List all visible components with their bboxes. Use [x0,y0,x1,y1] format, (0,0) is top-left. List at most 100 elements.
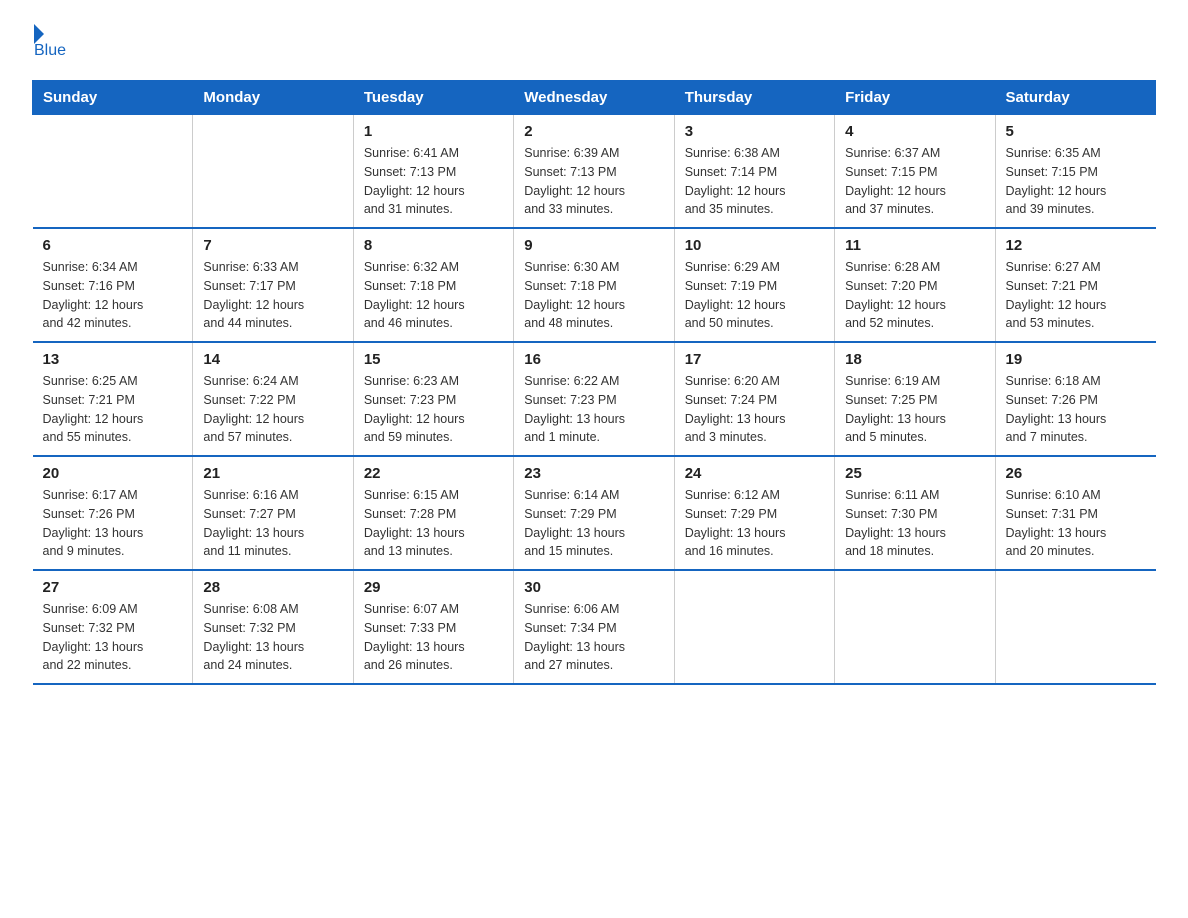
calendar-cell: 5 Sunrise: 6:35 AM Sunset: 7:15 PM Daylig… [995,115,1155,229]
day-info: Sunrise: 6:08 AM Sunset: 7:32 PM Dayligh… [203,600,342,675]
logo-arrow-icon [34,24,44,44]
weekday-header-saturday: Saturday [995,81,1155,115]
calendar-cell: 14Sunrise: 6:24 AM Sunset: 7:22 PM Dayli… [193,342,353,456]
calendar-cell [995,570,1155,684]
day-number: 29 [364,579,503,596]
day-info: Sunrise: 6:16 AM Sunset: 7:27 PM Dayligh… [203,486,342,561]
calendar-cell: 30 Sunrise: 6:06 AM Sunset: 7:34 PM Dayli… [514,570,674,684]
calendar-cell: 9Sunrise: 6:30 AM Sunset: 7:18 PM Daylig… [514,228,674,342]
calendar-cell: 11 Sunrise: 6:28 AM Sunset: 7:20 PM Dayli… [835,228,995,342]
day-info: Sunrise: 6:09 AM Sunset: 7:32 PM Dayligh… [43,600,183,675]
calendar-cell: 1 Sunrise: 6:41 AM Sunset: 7:13 PM Daylig… [353,115,513,229]
day-info: Sunrise: 6:27 AM Sunset: 7:21 PM Dayligh… [1006,258,1146,333]
day-number: 25 [845,465,984,482]
calendar-cell: 17 Sunrise: 6:20 AM Sunset: 7:24 PM Dayli… [674,342,834,456]
day-info: Sunrise: 6:30 AM Sunset: 7:18 PM Dayligh… [524,258,663,333]
day-info: Sunrise: 6:15 AM Sunset: 7:28 PM Dayligh… [364,486,503,561]
weekday-header-row: SundayMondayTuesdayWednesdayThursdayFrid… [33,81,1156,115]
day-number: 30 [524,579,663,596]
day-info: Sunrise: 6:19 AM Sunset: 7:25 PM Dayligh… [845,372,984,447]
day-number: 2 [524,123,663,140]
calendar-cell: 7Sunrise: 6:33 AM Sunset: 7:17 PM Daylig… [193,228,353,342]
weekday-header-thursday: Thursday [674,81,834,115]
day-number: 3 [685,123,824,140]
weekday-header-friday: Friday [835,81,995,115]
calendar-cell: 6 Sunrise: 6:34 AM Sunset: 7:16 PM Daylig… [33,228,193,342]
day-number: 6 [43,237,183,254]
weekday-header-wednesday: Wednesday [514,81,674,115]
calendar-cell: 25 Sunrise: 6:11 AM Sunset: 7:30 PM Dayli… [835,456,995,570]
calendar-cell: 4 Sunrise: 6:37 AM Sunset: 7:15 PM Daylig… [835,115,995,229]
calendar-cell: 13Sunrise: 6:25 AM Sunset: 7:21 PM Dayli… [33,342,193,456]
calendar-cell: 12Sunrise: 6:27 AM Sunset: 7:21 PM Dayli… [995,228,1155,342]
day-info: Sunrise: 6:29 AM Sunset: 7:19 PM Dayligh… [685,258,824,333]
day-info: Sunrise: 6:28 AM Sunset: 7:20 PM Dayligh… [845,258,984,333]
weekday-header-sunday: Sunday [33,81,193,115]
calendar-cell: 24Sunrise: 6:12 AM Sunset: 7:29 PM Dayli… [674,456,834,570]
calendar-cell: 15Sunrise: 6:23 AM Sunset: 7:23 PM Dayli… [353,342,513,456]
day-info: Sunrise: 6:24 AM Sunset: 7:22 PM Dayligh… [203,372,342,447]
day-number: 19 [1006,351,1146,368]
day-info: Sunrise: 6:32 AM Sunset: 7:18 PM Dayligh… [364,258,503,333]
day-number: 18 [845,351,984,368]
day-info: Sunrise: 6:11 AM Sunset: 7:30 PM Dayligh… [845,486,984,561]
day-number: 8 [364,237,503,254]
day-number: 15 [364,351,503,368]
day-number: 23 [524,465,663,482]
weekday-header-monday: Monday [193,81,353,115]
day-number: 7 [203,237,342,254]
day-info: Sunrise: 6:06 AM Sunset: 7:34 PM Dayligh… [524,600,663,675]
day-info: Sunrise: 6:18 AM Sunset: 7:26 PM Dayligh… [1006,372,1146,447]
calendar-header: SundayMondayTuesdayWednesdayThursdayFrid… [33,81,1156,115]
calendar-cell: 22 Sunrise: 6:15 AM Sunset: 7:28 PM Dayli… [353,456,513,570]
day-info: Sunrise: 6:37 AM Sunset: 7:15 PM Dayligh… [845,144,984,219]
day-info: Sunrise: 6:25 AM Sunset: 7:21 PM Dayligh… [43,372,183,447]
day-number: 5 [1006,123,1146,140]
day-number: 20 [43,465,183,482]
week-row-2: 6 Sunrise: 6:34 AM Sunset: 7:16 PM Daylig… [33,228,1156,342]
calendar-cell: 28Sunrise: 6:08 AM Sunset: 7:32 PM Dayli… [193,570,353,684]
day-number: 11 [845,237,984,254]
day-number: 17 [685,351,824,368]
calendar-body: 1 Sunrise: 6:41 AM Sunset: 7:13 PM Daylig… [33,115,1156,685]
calendar-cell [674,570,834,684]
day-number: 16 [524,351,663,368]
calendar-cell: 23 Sunrise: 6:14 AM Sunset: 7:29 PM Dayli… [514,456,674,570]
page-header: Blue [32,24,1156,60]
calendar-cell: 21Sunrise: 6:16 AM Sunset: 7:27 PM Dayli… [193,456,353,570]
week-row-5: 27 Sunrise: 6:09 AM Sunset: 7:32 PM Dayli… [33,570,1156,684]
day-info: Sunrise: 6:20 AM Sunset: 7:24 PM Dayligh… [685,372,824,447]
calendar-cell: 3Sunrise: 6:38 AM Sunset: 7:14 PM Daylig… [674,115,834,229]
logo-subtitle: Blue [34,42,66,60]
day-number: 26 [1006,465,1146,482]
day-number: 1 [364,123,503,140]
weekday-header-tuesday: Tuesday [353,81,513,115]
day-info: Sunrise: 6:39 AM Sunset: 7:13 PM Dayligh… [524,144,663,219]
calendar-cell: 27 Sunrise: 6:09 AM Sunset: 7:32 PM Dayli… [33,570,193,684]
week-row-3: 13Sunrise: 6:25 AM Sunset: 7:21 PM Dayli… [33,342,1156,456]
logo-text [32,24,44,44]
calendar-cell: 20Sunrise: 6:17 AM Sunset: 7:26 PM Dayli… [33,456,193,570]
day-info: Sunrise: 6:34 AM Sunset: 7:16 PM Dayligh… [43,258,183,333]
day-info: Sunrise: 6:22 AM Sunset: 7:23 PM Dayligh… [524,372,663,447]
day-info: Sunrise: 6:10 AM Sunset: 7:31 PM Dayligh… [1006,486,1146,561]
day-info: Sunrise: 6:14 AM Sunset: 7:29 PM Dayligh… [524,486,663,561]
calendar-cell: 8 Sunrise: 6:32 AM Sunset: 7:18 PM Daylig… [353,228,513,342]
calendar-cell: 29Sunrise: 6:07 AM Sunset: 7:33 PM Dayli… [353,570,513,684]
calendar-cell [835,570,995,684]
calendar-cell: 16 Sunrise: 6:22 AM Sunset: 7:23 PM Dayli… [514,342,674,456]
calendar-cell [33,115,193,229]
day-info: Sunrise: 6:41 AM Sunset: 7:13 PM Dayligh… [364,144,503,219]
calendar-cell: 18 Sunrise: 6:19 AM Sunset: 7:25 PM Dayli… [835,342,995,456]
calendar-cell: 19 Sunrise: 6:18 AM Sunset: 7:26 PM Dayli… [995,342,1155,456]
day-number: 22 [364,465,503,482]
day-number: 10 [685,237,824,254]
day-number: 24 [685,465,824,482]
week-row-1: 1 Sunrise: 6:41 AM Sunset: 7:13 PM Daylig… [33,115,1156,229]
day-info: Sunrise: 6:35 AM Sunset: 7:15 PM Dayligh… [1006,144,1146,219]
day-number: 27 [43,579,183,596]
calendar-cell: 2 Sunrise: 6:39 AM Sunset: 7:13 PM Daylig… [514,115,674,229]
logo: Blue [32,24,66,60]
calendar-cell: 26 Sunrise: 6:10 AM Sunset: 7:31 PM Dayli… [995,456,1155,570]
day-number: 4 [845,123,984,140]
